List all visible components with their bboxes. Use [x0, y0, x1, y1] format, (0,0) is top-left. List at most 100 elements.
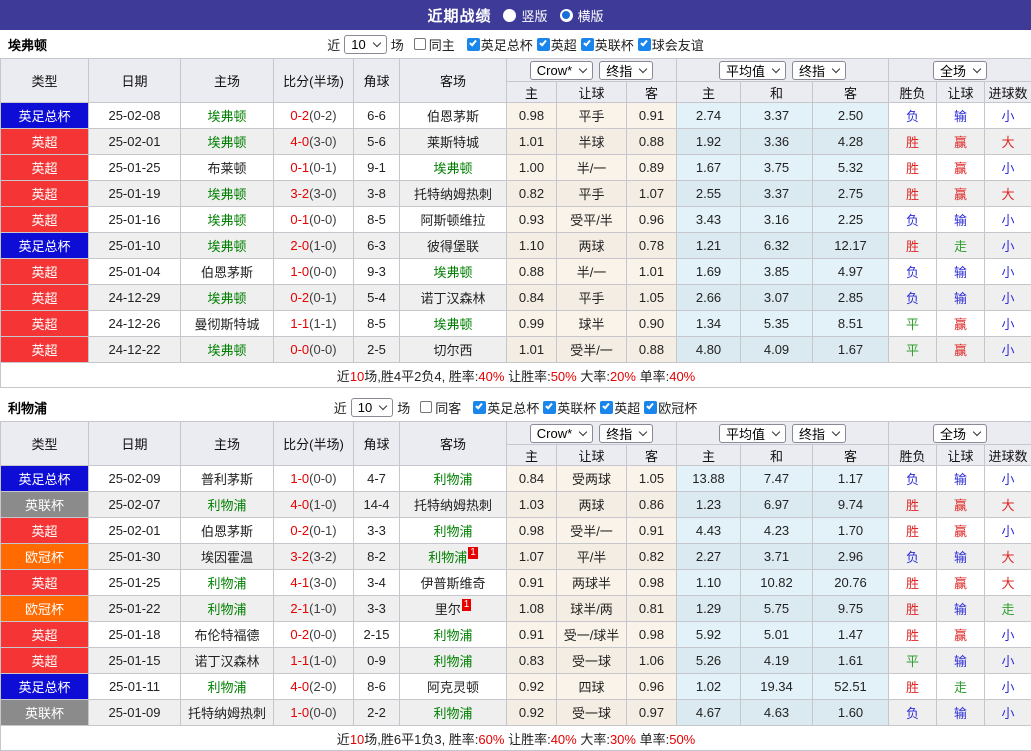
league-filter-item[interactable]: 欧冠杯: [644, 398, 697, 417]
league-filter-item[interactable]: 英超: [537, 35, 577, 54]
odds-final-value: 终指: [606, 424, 632, 443]
home-team-cell: 埃弗顿: [181, 103, 274, 129]
result-winlose: 负: [889, 207, 937, 233]
avg-draw: 4.19: [741, 648, 813, 674]
chevron-down-icon: [973, 427, 981, 435]
match-date: 25-01-09: [89, 700, 181, 726]
odds-handicap: 两球: [557, 233, 627, 259]
home-team-cell: 伯恩茅斯: [181, 259, 274, 285]
col-avg-draw: 和: [741, 445, 813, 466]
odds-final-select[interactable]: 终指: [599, 424, 653, 443]
league-filter-item[interactable]: 英超: [600, 398, 640, 417]
result-winlose: 胜: [889, 518, 937, 544]
corner-count: 9-1: [354, 155, 400, 181]
avg-source-select[interactable]: 平均值: [719, 424, 786, 443]
league-filter-label: 球会友谊: [652, 35, 704, 54]
avg-final-select[interactable]: 终指: [792, 61, 846, 80]
summary-text: 单率:: [636, 369, 669, 384]
league-filter-label: 英超: [551, 35, 577, 54]
match-count-select[interactable]: 10: [351, 398, 393, 417]
result-goals: 小: [985, 648, 1031, 674]
scope-select[interactable]: 全场: [933, 61, 987, 80]
league-filter-item[interactable]: 球会友谊: [638, 35, 704, 54]
home-team-name: 利物浦: [207, 602, 246, 617]
radio-vertical-label: 竖版: [521, 6, 547, 25]
col-odds-handicap: 让球: [557, 445, 627, 466]
away-team-cell: 托特纳姆热刺: [400, 181, 507, 207]
avg-source-select[interactable]: 平均值: [719, 61, 786, 80]
match-date: 25-01-22: [89, 596, 181, 622]
fulltime-score: 0-1: [290, 160, 309, 175]
odds-home: 1.07: [507, 544, 557, 570]
summary-stat-value: 10: [350, 732, 364, 747]
avg-home: 1.92: [677, 129, 741, 155]
result-winlose: 负: [889, 103, 937, 129]
same-venue-filter[interactable]: 同主: [414, 35, 455, 54]
scope-value: 全场: [940, 424, 966, 443]
scope-select[interactable]: 全场: [933, 424, 987, 443]
corner-count: 2-5: [354, 337, 400, 363]
filter-row: 利物浦 近 10 场 同客 英足总杯英联杯英超欧冠杯: [0, 393, 1031, 421]
odds-handicap: 受一/球半: [557, 622, 627, 648]
league-filter-item[interactable]: 英足总杯: [467, 35, 533, 54]
avg-away: 2.25: [813, 207, 889, 233]
summary-text: 近: [337, 369, 350, 384]
same-venue-filter[interactable]: 同客: [420, 398, 461, 417]
avg-final-select[interactable]: 终指: [792, 424, 846, 443]
col-odds-home: 主: [507, 445, 557, 466]
league-filter-item[interactable]: 英足总杯: [473, 398, 539, 417]
fulltime-score: 1-0: [290, 471, 309, 486]
layout-radio-vertical[interactable]: 竖版: [503, 6, 547, 25]
result-winlose: 负: [889, 700, 937, 726]
result-handicap: 输: [937, 103, 985, 129]
result-goals: 大: [985, 181, 1031, 207]
home-team-cell: 埃弗顿: [181, 207, 274, 233]
fulltime-score: 2-0: [290, 238, 309, 253]
league-filter-item[interactable]: 英联杯: [581, 35, 634, 54]
col-corner: 角球: [354, 59, 400, 103]
check-mark-icon: [469, 39, 477, 47]
league-filter-item[interactable]: 英联杯: [543, 398, 596, 417]
odds-final-select[interactable]: 终指: [599, 61, 653, 80]
col-result-wl: 胜负: [889, 445, 937, 466]
halftime-score: (0-0): [309, 705, 336, 720]
corner-count: 0-9: [354, 648, 400, 674]
result-goals: 大: [985, 492, 1031, 518]
league-badge: 英超: [1, 259, 88, 284]
corner-count: 4-7: [354, 466, 400, 492]
result-handicap: 赢: [937, 181, 985, 207]
away-team-name: 彼得堡联: [427, 239, 479, 254]
corner-count: 8-5: [354, 207, 400, 233]
result-handicap: 输: [937, 207, 985, 233]
corner-count: 3-8: [354, 181, 400, 207]
checkbox-checked-icon: [644, 401, 657, 414]
match-count-select[interactable]: 10: [344, 35, 386, 54]
result-goals: 小: [985, 518, 1031, 544]
col-avg-draw: 和: [741, 82, 813, 103]
checkbox-checked-icon: [473, 401, 486, 414]
chevron-down-icon: [379, 401, 387, 409]
odds-source-select[interactable]: Crow*: [530, 61, 593, 80]
odds-handicap: 两球半: [557, 570, 627, 596]
odds-home: 0.99: [507, 311, 557, 337]
away-team-cell: 彼得堡联: [400, 233, 507, 259]
home-team-name: 埃弗顿: [207, 343, 246, 358]
odds-home: 1.08: [507, 596, 557, 622]
odds-source-select[interactable]: Crow*: [530, 424, 593, 443]
title-bar: 近期战绩 竖版 横版: [0, 0, 1031, 30]
avg-draw: 4.09: [741, 337, 813, 363]
col-home: 主场: [181, 422, 274, 466]
layout-radio-horizontal[interactable]: 横版: [560, 6, 604, 25]
odds-away: 0.96: [627, 674, 677, 700]
league-badge: 英超: [1, 570, 88, 595]
odds-home: 1.01: [507, 129, 557, 155]
odds-away: 0.89: [627, 155, 677, 181]
league-badge: 英超: [1, 518, 88, 543]
odds-handicap: 平/半: [557, 544, 627, 570]
avg-home: 2.74: [677, 103, 741, 129]
result-goals: 小: [985, 155, 1031, 181]
home-team-cell: 布莱顿: [181, 155, 274, 181]
scope-select-cell: 全场: [889, 422, 1031, 445]
halftime-score: (0-0): [309, 212, 336, 227]
match-date: 24-12-26: [89, 311, 181, 337]
